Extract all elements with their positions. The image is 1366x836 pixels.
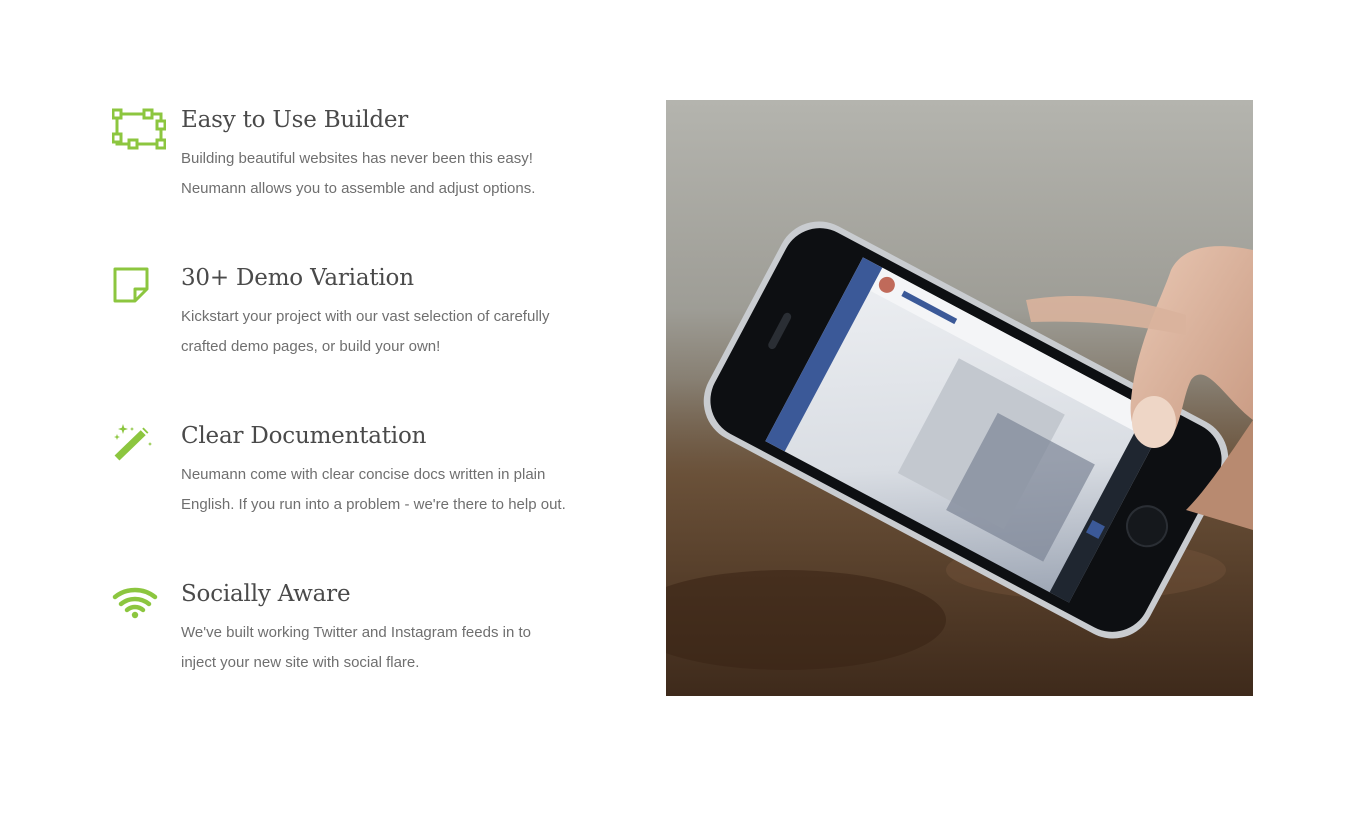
- feature-clear-docs: Clear Documentation Neumann come with cl…: [112, 416, 602, 574]
- feature-description: We've built working Twitter and Instagra…: [181, 618, 581, 678]
- feature-description-line: inject your new site with social flare.: [181, 654, 420, 671]
- feature-title: Socially Aware: [181, 581, 351, 607]
- wifi-icon: [112, 582, 166, 626]
- feature-title: Clear Documentation: [181, 423, 427, 449]
- feature-description-line: Building beautiful websites has never be…: [181, 150, 533, 167]
- magic-wand-icon: [112, 424, 166, 468]
- feature-description: Neumann come with clear concise docs wri…: [181, 460, 581, 520]
- feature-description: Building beautiful websites has never be…: [181, 144, 581, 204]
- features-list: Easy to Use Builder Building beautiful w…: [112, 100, 602, 732]
- feature-title: Easy to Use Builder: [181, 107, 409, 133]
- feature-description-line: Neumann allows you to assemble and adjus…: [181, 180, 536, 197]
- note-page-icon: [112, 266, 166, 310]
- feature-easy-builder: Easy to Use Builder Building beautiful w…: [112, 100, 602, 258]
- feature-description-line: crafted demo pages, or build your own!: [181, 338, 441, 355]
- feature-description-line: Neumann come with clear concise docs wri…: [181, 466, 546, 483]
- hand-holding-smartphone-photo: [666, 100, 1253, 696]
- builder-frame-icon: [112, 108, 166, 152]
- feature-demo-variation: 30+ Demo Variation Kickstart your projec…: [112, 258, 602, 416]
- feature-description-line: We've built working Twitter and Instagra…: [181, 624, 531, 641]
- feature-description-line: Kickstart your project with our vast sel…: [181, 308, 550, 325]
- feature-socially-aware: Socially Aware We've built working Twitt…: [112, 574, 602, 732]
- feature-description: Kickstart your project with our vast sel…: [181, 302, 581, 362]
- feature-title: 30+ Demo Variation: [181, 265, 414, 291]
- feature-description-line: English. If you run into a problem - we'…: [181, 496, 566, 513]
